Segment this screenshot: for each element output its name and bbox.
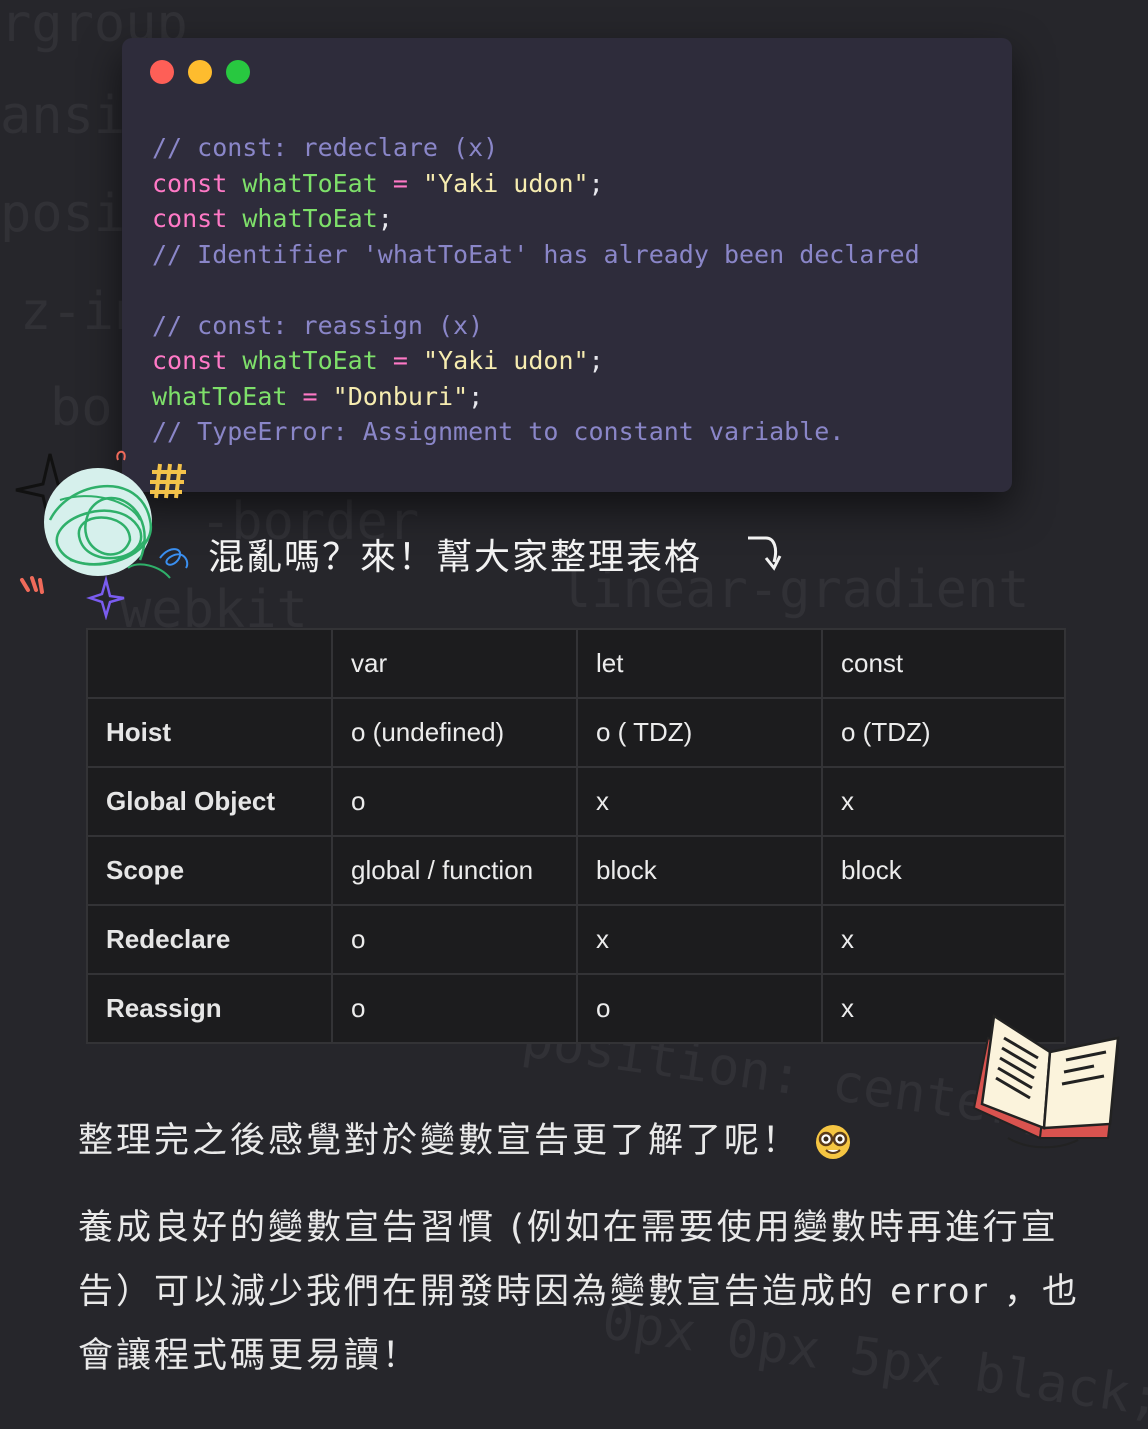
code-token: whatToEat: [242, 204, 378, 233]
code-token: =: [392, 346, 408, 375]
code-token: const: [152, 204, 228, 233]
table-cell: x: [576, 766, 823, 837]
code-token: =: [392, 168, 408, 198]
code-token: whatToEat: [152, 381, 288, 411]
section-heading: 混亂嗎？來！幫大家整理表格: [208, 537, 703, 578]
code-line: // const: redeclare (x): [152, 130, 920, 166]
code-token: whatToEat: [242, 346, 378, 375]
table-cell: o: [331, 766, 578, 837]
code-token: // Identifier 'whatToEat' has already be…: [152, 239, 920, 269]
table-row-label: Hoist: [86, 697, 333, 768]
code-token: // TypeError: Assignment to constant var…: [152, 417, 845, 446]
table-cell: o: [331, 904, 578, 975]
table-cell: o: [576, 973, 823, 1044]
code-token: // const: redeclare (x): [152, 133, 499, 162]
code-token: // const: reassign (x): [152, 310, 484, 340]
table-row: Reassign o o x: [86, 973, 1066, 1044]
code-line: // TypeError: Assignment to constant var…: [152, 414, 920, 450]
close-dot: [150, 60, 174, 84]
code-token: ;: [377, 204, 393, 233]
table-cell: global / function: [331, 835, 578, 906]
advice-paragraph: 養成良好的變數宣告習慣 (例如在需要使用變數時再進行宣告）可以減少我們在開發時因…: [78, 1208, 1080, 1376]
table-cell: o: [331, 973, 578, 1044]
table-cell: block: [576, 835, 823, 906]
table-header-row: var let const: [86, 628, 1066, 699]
code-window: // const: redeclare (x) const whatToEat =…: [122, 38, 1012, 492]
maximize-dot: [226, 60, 250, 84]
code-line: // const: reassign (x): [152, 308, 920, 344]
code-token: whatToEat: [242, 168, 378, 198]
table-cell: o (undefined): [331, 697, 578, 768]
table-header-cell: const: [821, 628, 1066, 699]
open-book-icon: [972, 1013, 1120, 1149]
code-token: ;: [468, 381, 484, 411]
table-header-cell: [86, 628, 333, 699]
code-token: ;: [588, 346, 604, 375]
window-controls: [150, 60, 250, 84]
table-header-cell: let: [576, 628, 823, 699]
table-row: Redeclare o x x: [86, 904, 1066, 975]
table-cell: x: [821, 904, 1066, 975]
summary-text: 整理完之後感覺對於變數宣告更了解了呢！: [78, 1121, 801, 1161]
summary-paragraph: 整理完之後感覺對於變數宣告更了解了呢！: [78, 1112, 852, 1163]
code-line: const whatToEat = "Yaki udon";: [152, 166, 920, 202]
code-line: whatToEat = "Donburi";: [152, 379, 920, 415]
code-line: const whatToEat;: [152, 201, 920, 237]
table-row-label: Redeclare: [86, 904, 333, 975]
table-row: Hoist o (undefined) o ( TDZ) o (TDZ): [86, 697, 1066, 768]
code-token: "Donburi": [332, 381, 469, 411]
table-row: Global Object o x x: [86, 766, 1066, 837]
table-row-label: Reassign: [86, 973, 333, 1044]
nerd-face-emoji-icon: [816, 1125, 851, 1159]
code-token: ;: [588, 168, 604, 198]
code-token: "Yaki udon": [422, 346, 589, 375]
comparison-table: var let const Hoist o (undefined) o ( TD…: [86, 628, 1066, 1044]
scribble-doodle-icon: [15, 450, 189, 620]
code-line: const whatToEat = "Yaki udon";: [152, 343, 920, 379]
code-token: const: [152, 168, 228, 198]
table-header-cell: var: [331, 628, 578, 699]
code-block: // const: redeclare (x) const whatToEat =…: [152, 130, 920, 450]
table-cell: o (TDZ): [821, 697, 1066, 768]
table-cell: block: [821, 835, 1066, 906]
code-token: =: [302, 381, 318, 411]
code-token: const: [152, 346, 228, 375]
code-line: // Identifier 'whatToEat' has already be…: [152, 237, 920, 273]
code-token: "Yaki udon": [422, 168, 589, 198]
table-cell: o ( TDZ): [576, 697, 823, 768]
table-row-label: Global Object: [86, 766, 333, 837]
minimize-dot: [188, 60, 212, 84]
table-cell: x: [576, 904, 823, 975]
table-row: Scope global / function block block: [86, 835, 1066, 906]
table-row-label: Scope: [86, 835, 333, 906]
table-cell: x: [821, 766, 1066, 837]
curved-arrow-icon: [748, 536, 782, 571]
